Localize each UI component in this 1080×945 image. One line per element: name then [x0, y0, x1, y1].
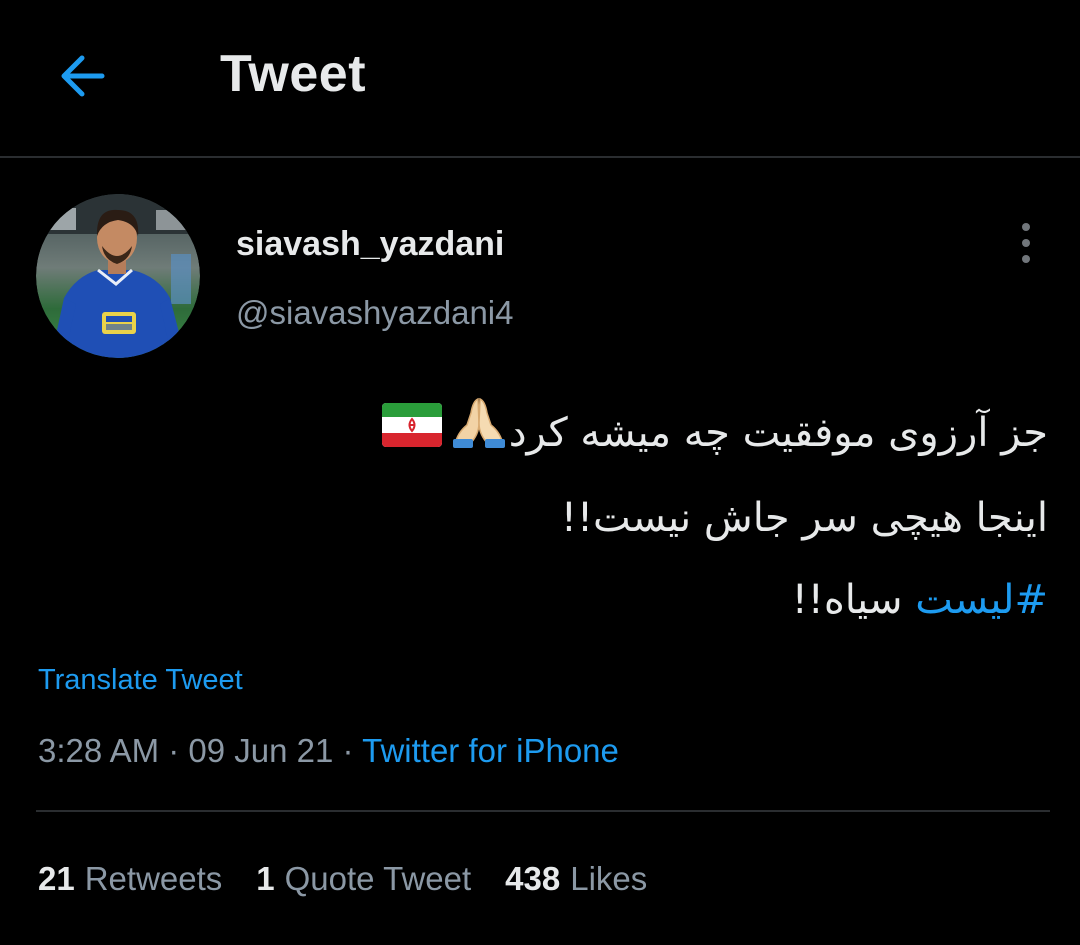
quote-tweets-label: Quote Tweet: [284, 860, 472, 897]
quote-tweets-count: 1: [256, 860, 275, 897]
tweet-line-3: #لیست سیاه!!: [48, 559, 1048, 641]
likes-count: 438: [505, 860, 561, 897]
top-bar: Tweet: [0, 0, 1080, 158]
tweet-line-1-text: جز آرزوی موفقیت چه میشه کرد: [508, 410, 1048, 456]
folded-hands-icon: [449, 393, 509, 477]
meta-separator: ·: [159, 732, 189, 769]
retweets-count: 21: [38, 860, 75, 897]
likes-label: Likes: [570, 860, 648, 897]
iran-flag-icon: [381, 394, 449, 476]
divider: [36, 810, 1050, 812]
translate-tweet-link[interactable]: Translate Tweet: [38, 664, 243, 697]
more-options-button[interactable]: [1010, 220, 1042, 266]
arrow-left-icon: [61, 55, 105, 97]
tweet-line-1: جز آرزوی موفقیت چه میشه کرد: [48, 392, 1048, 477]
retweets-label: Retweets: [84, 860, 223, 897]
tweet-stats: 21 Retweets 1 Quote Tweet 438 Likes: [38, 860, 681, 898]
back-button[interactable]: [54, 48, 114, 104]
tweet-time: 3:28 AM: [38, 732, 160, 769]
meta-separator: ·: [333, 732, 363, 769]
tweet-date: 09 Jun 21: [188, 732, 334, 769]
tweet-source-link[interactable]: Twitter for iPhone: [362, 732, 619, 769]
tweet-text: جز آرزوی موفقیت چه میشه کرد اینجا هیچی س…: [48, 392, 1048, 641]
tweet-line-3-text: سیاه!!: [791, 577, 916, 623]
tweet-meta: 3:28 AM · 09 Jun 21 · Twitter for iPhone: [38, 732, 619, 770]
quote-tweets-stat[interactable]: 1 Quote Tweet: [256, 860, 471, 898]
likes-stat[interactable]: 438 Likes: [505, 860, 647, 898]
avatar[interactable]: [36, 194, 200, 358]
author-handle[interactable]: @siavashyazdani4: [236, 294, 514, 332]
retweets-stat[interactable]: 21 Retweets: [38, 860, 222, 898]
author-display-name[interactable]: siavash_yazdani: [236, 225, 504, 264]
tweet-line-2: اینجا هیچی سر جاش نیست!!: [560, 495, 1048, 541]
page-title: Tweet: [220, 45, 367, 103]
more-vertical-icon: [1022, 223, 1030, 263]
user-avatar-photo: [36, 194, 200, 358]
hashtag-link[interactable]: #لیست: [915, 577, 1048, 623]
